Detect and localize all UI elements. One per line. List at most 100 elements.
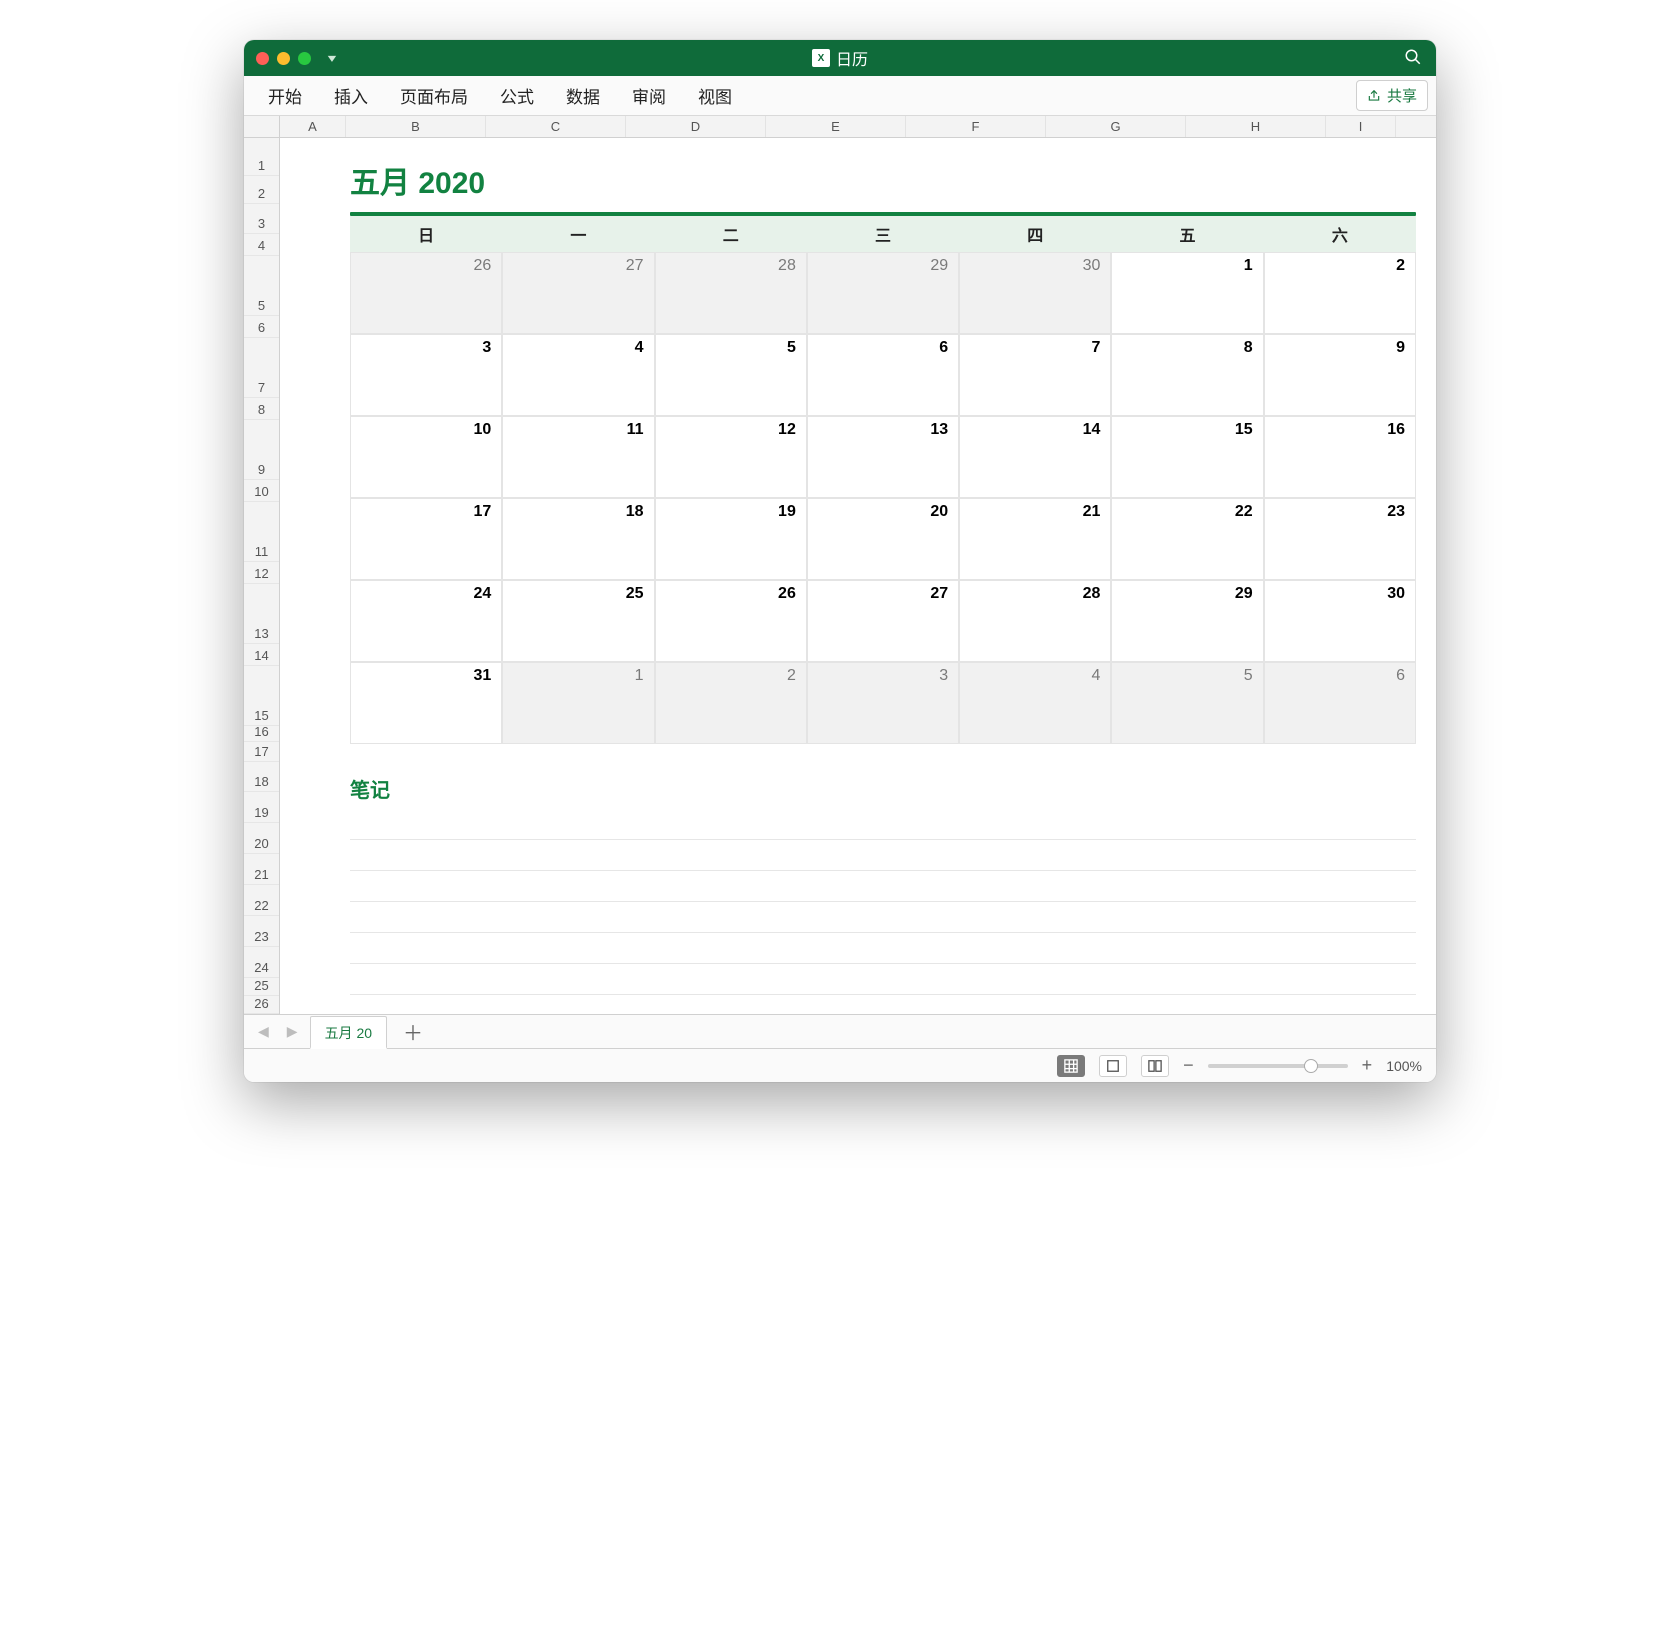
worksheet-content[interactable]: 五月 2020 日一二三四五六 262728293012345678910111… [280, 138, 1436, 1014]
calendar-day-cell[interactable]: 25 [502, 580, 654, 662]
row-header[interactable]: 13 [244, 584, 279, 644]
calendar-day-cell[interactable]: 27 [502, 252, 654, 334]
ribbon-tab[interactable]: 公式 [484, 83, 550, 108]
close-window-button[interactable] [256, 52, 269, 65]
row-header[interactable]: 8 [244, 398, 279, 420]
sheet-nav-prev-icon[interactable]: ◀ [252, 1023, 275, 1040]
view-page-layout-button[interactable] [1099, 1055, 1127, 1077]
row-header[interactable]: 24 [244, 947, 279, 978]
calendar-day-cell[interactable]: 7 [959, 334, 1111, 416]
sheet-tab-active[interactable]: 五月 20 [310, 1016, 387, 1049]
zoom-slider[interactable] [1208, 1064, 1348, 1068]
ribbon-tab[interactable]: 视图 [682, 83, 748, 108]
calendar-day-cell[interactable]: 13 [807, 416, 959, 498]
calendar-day-cell[interactable]: 27 [807, 580, 959, 662]
quick-access-dropdown-icon[interactable]: ▾ [328, 51, 336, 65]
calendar-day-cell[interactable]: 3 [350, 334, 502, 416]
row-header[interactable]: 19 [244, 792, 279, 823]
row-header[interactable]: 6 [244, 316, 279, 338]
ribbon-tab[interactable]: 开始 [252, 83, 318, 108]
calendar-day-cell[interactable]: 2 [1264, 252, 1416, 334]
calendar-day-cell[interactable]: 20 [807, 498, 959, 580]
calendar-day-cell[interactable]: 29 [807, 252, 959, 334]
column-header[interactable]: H [1186, 116, 1326, 137]
calendar-day-cell[interactable]: 9 [1264, 334, 1416, 416]
row-header[interactable]: 1 [244, 138, 279, 176]
note-line[interactable] [350, 871, 1416, 902]
row-header[interactable]: 4 [244, 234, 279, 256]
worksheet-area[interactable]: 1234567891011121314151617181920212223242… [244, 138, 1436, 1014]
calendar-day-cell[interactable]: 1 [1111, 252, 1263, 334]
calendar-day-cell[interactable]: 6 [1264, 662, 1416, 744]
calendar-day-cell[interactable]: 17 [350, 498, 502, 580]
note-line[interactable] [350, 964, 1416, 995]
note-line[interactable] [350, 902, 1416, 933]
calendar-day-cell[interactable]: 15 [1111, 416, 1263, 498]
calendar-day-cell[interactable]: 5 [1111, 662, 1263, 744]
view-page-break-button[interactable] [1141, 1055, 1169, 1077]
column-header[interactable]: E [766, 116, 906, 137]
ribbon-tab[interactable]: 插入 [318, 83, 384, 108]
column-header[interactable]: D [626, 116, 766, 137]
calendar-day-cell[interactable]: 22 [1111, 498, 1263, 580]
row-header[interactable]: 12 [244, 562, 279, 584]
calendar-day-cell[interactable]: 26 [655, 580, 807, 662]
row-header[interactable]: 14 [244, 644, 279, 666]
zoom-window-button[interactable] [298, 52, 311, 65]
ribbon-tab[interactable]: 页面布局 [384, 83, 484, 108]
calendar-day-cell[interactable]: 18 [502, 498, 654, 580]
note-line[interactable] [350, 840, 1416, 871]
row-header[interactable]: 7 [244, 338, 279, 398]
row-header[interactable]: 2 [244, 176, 279, 204]
calendar-day-cell[interactable]: 31 [350, 662, 502, 744]
calendar-day-cell[interactable]: 11 [502, 416, 654, 498]
column-header[interactable]: F [906, 116, 1046, 137]
calendar-day-cell[interactable]: 28 [655, 252, 807, 334]
calendar-day-cell[interactable]: 14 [959, 416, 1111, 498]
calendar-day-cell[interactable]: 19 [655, 498, 807, 580]
calendar-day-cell[interactable]: 8 [1111, 334, 1263, 416]
calendar-day-cell[interactable]: 1 [502, 662, 654, 744]
row-header[interactable]: 16 [244, 726, 279, 742]
row-header[interactable]: 22 [244, 885, 279, 916]
note-line[interactable] [350, 933, 1416, 964]
calendar-day-cell[interactable]: 12 [655, 416, 807, 498]
column-header[interactable]: I [1326, 116, 1396, 137]
calendar-day-cell[interactable]: 28 [959, 580, 1111, 662]
notes-lines[interactable] [350, 809, 1416, 995]
note-line[interactable] [350, 809, 1416, 840]
row-header[interactable]: 25 [244, 978, 279, 996]
column-header[interactable]: A [280, 116, 346, 137]
calendar-day-cell[interactable]: 4 [959, 662, 1111, 744]
row-header[interactable]: 26 [244, 996, 279, 1014]
calendar-day-cell[interactable]: 5 [655, 334, 807, 416]
column-header[interactable]: B [346, 116, 486, 137]
calendar-day-cell[interactable]: 30 [959, 252, 1111, 334]
row-header[interactable]: 17 [244, 742, 279, 762]
calendar-day-cell[interactable]: 4 [502, 334, 654, 416]
calendar-day-cell[interactable]: 24 [350, 580, 502, 662]
view-normal-button[interactable] [1057, 1055, 1085, 1077]
row-header[interactable]: 21 [244, 854, 279, 885]
zoom-out-button[interactable]: − [1183, 1055, 1194, 1076]
column-header[interactable]: C [486, 116, 626, 137]
calendar-day-cell[interactable]: 2 [655, 662, 807, 744]
calendar-day-cell[interactable]: 6 [807, 334, 959, 416]
calendar-day-cell[interactable]: 29 [1111, 580, 1263, 662]
zoom-slider-thumb[interactable] [1304, 1059, 1318, 1073]
row-header[interactable]: 20 [244, 823, 279, 854]
calendar-day-cell[interactable]: 30 [1264, 580, 1416, 662]
ribbon-tab[interactable]: 数据 [550, 83, 616, 108]
search-icon[interactable] [1404, 48, 1422, 71]
row-header[interactable]: 15 [244, 666, 279, 726]
column-header[interactable]: G [1046, 116, 1186, 137]
row-header[interactable]: 9 [244, 420, 279, 480]
sheet-nav-next-icon[interactable]: ▶ [281, 1023, 304, 1040]
calendar-day-cell[interactable]: 23 [1264, 498, 1416, 580]
minimize-window-button[interactable] [277, 52, 290, 65]
row-header[interactable]: 23 [244, 916, 279, 947]
zoom-in-button[interactable]: + [1362, 1055, 1373, 1076]
calendar-day-cell[interactable]: 10 [350, 416, 502, 498]
row-header[interactable]: 3 [244, 204, 279, 234]
calendar-day-cell[interactable]: 26 [350, 252, 502, 334]
